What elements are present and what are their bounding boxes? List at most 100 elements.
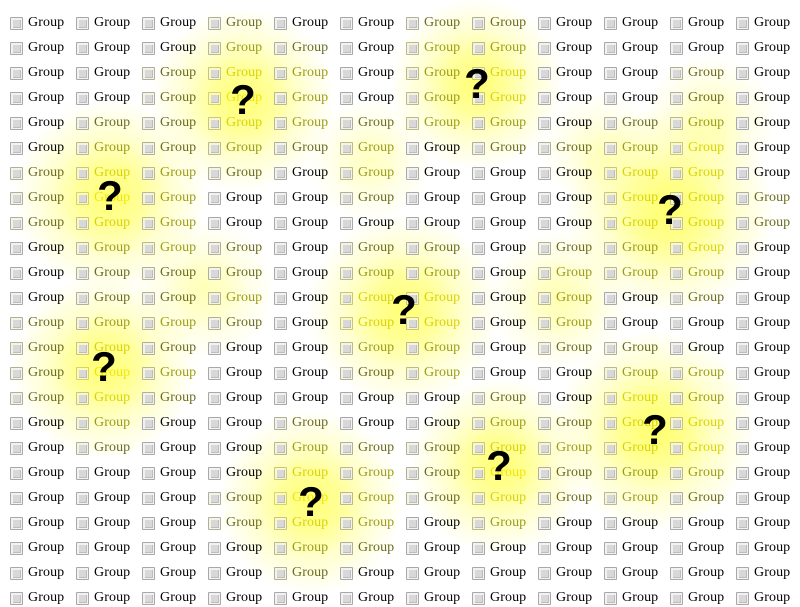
group-checkbox-item[interactable]: Group (670, 139, 724, 157)
group-checkbox-item[interactable]: Group (736, 439, 790, 457)
checkbox-unchecked-icon[interactable] (406, 41, 419, 55)
checkbox-unchecked-icon[interactable] (736, 91, 749, 105)
group-checkbox-item[interactable]: Group (208, 139, 262, 157)
group-checkbox-item[interactable]: Group (538, 239, 592, 257)
group-checkbox-item[interactable]: Group (10, 14, 64, 32)
group-checkbox-item[interactable]: Group (208, 314, 262, 332)
group-checkbox-item[interactable]: Group (10, 89, 64, 107)
checkbox-unchecked-icon[interactable] (76, 441, 89, 455)
group-checkbox-item[interactable]: Group (736, 264, 790, 282)
group-checkbox-item[interactable]: Group (208, 89, 262, 107)
checkbox-unchecked-icon[interactable] (142, 191, 155, 205)
checkbox-unchecked-icon[interactable] (736, 516, 749, 530)
group-checkbox-item[interactable]: Group (406, 289, 460, 307)
checkbox-unchecked-icon[interactable] (10, 541, 23, 555)
group-checkbox-item[interactable]: Group (340, 539, 394, 557)
checkbox-unchecked-icon[interactable] (670, 16, 683, 30)
checkbox-unchecked-icon[interactable] (76, 516, 89, 530)
group-checkbox-item[interactable]: Group (274, 89, 328, 107)
group-checkbox-item[interactable]: Group (142, 214, 196, 232)
checkbox-unchecked-icon[interactable] (538, 191, 551, 205)
group-checkbox-item[interactable]: Group (274, 164, 328, 182)
group-checkbox-item[interactable]: Group (538, 214, 592, 232)
checkbox-unchecked-icon[interactable] (340, 241, 353, 255)
checkbox-unchecked-icon[interactable] (76, 116, 89, 130)
checkbox-unchecked-icon[interactable] (538, 16, 551, 30)
group-checkbox-item[interactable]: Group (406, 64, 460, 82)
checkbox-unchecked-icon[interactable] (340, 91, 353, 105)
group-checkbox-item[interactable]: Group (142, 339, 196, 357)
group-checkbox-item[interactable]: Group (736, 239, 790, 257)
checkbox-unchecked-icon[interactable] (208, 291, 221, 305)
checkbox-unchecked-icon[interactable] (142, 141, 155, 155)
group-checkbox-item[interactable]: Group (472, 164, 526, 182)
group-checkbox-item[interactable]: Group (472, 564, 526, 582)
group-checkbox-item[interactable]: Group (406, 514, 460, 532)
checkbox-unchecked-icon[interactable] (208, 541, 221, 555)
checkbox-unchecked-icon[interactable] (604, 541, 617, 555)
group-checkbox-item[interactable]: Group (274, 189, 328, 207)
group-checkbox-item[interactable]: Group (670, 464, 724, 482)
group-checkbox-item[interactable]: Group (10, 64, 64, 82)
checkbox-unchecked-icon[interactable] (472, 16, 485, 30)
checkbox-unchecked-icon[interactable] (76, 566, 89, 580)
checkbox-unchecked-icon[interactable] (208, 241, 221, 255)
group-checkbox-item[interactable]: Group (736, 589, 790, 607)
group-checkbox-item[interactable]: Group (10, 439, 64, 457)
checkbox-unchecked-icon[interactable] (736, 391, 749, 405)
group-checkbox-item[interactable]: Group (406, 164, 460, 182)
checkbox-unchecked-icon[interactable] (340, 341, 353, 355)
checkbox-unchecked-icon[interactable] (670, 191, 683, 205)
checkbox-unchecked-icon[interactable] (340, 416, 353, 430)
checkbox-unchecked-icon[interactable] (538, 541, 551, 555)
checkbox-unchecked-icon[interactable] (208, 566, 221, 580)
group-checkbox-item[interactable]: Group (670, 489, 724, 507)
checkbox-unchecked-icon[interactable] (538, 41, 551, 55)
group-checkbox-item[interactable]: Group (604, 14, 658, 32)
group-checkbox-item[interactable]: Group (208, 539, 262, 557)
group-checkbox-item[interactable]: Group (670, 439, 724, 457)
group-checkbox-item[interactable]: Group (538, 389, 592, 407)
group-checkbox-item[interactable]: Group (670, 39, 724, 57)
checkbox-unchecked-icon[interactable] (604, 91, 617, 105)
checkbox-unchecked-icon[interactable] (76, 216, 89, 230)
group-checkbox-item[interactable]: Group (10, 464, 64, 482)
group-checkbox-item[interactable]: Group (472, 439, 526, 457)
group-checkbox-item[interactable]: Group (10, 239, 64, 257)
group-checkbox-item[interactable]: Group (208, 464, 262, 482)
group-checkbox-item[interactable]: Group (736, 364, 790, 382)
group-checkbox-item[interactable]: Group (406, 414, 460, 432)
group-checkbox-item[interactable]: Group (142, 414, 196, 432)
group-checkbox-item[interactable]: Group (142, 189, 196, 207)
group-checkbox-item[interactable]: Group (736, 389, 790, 407)
group-checkbox-item[interactable]: Group (670, 589, 724, 607)
group-checkbox-item[interactable]: Group (76, 64, 130, 82)
checkbox-unchecked-icon[interactable] (274, 416, 287, 430)
group-checkbox-item[interactable]: Group (604, 589, 658, 607)
group-checkbox-item[interactable]: Group (472, 539, 526, 557)
group-checkbox-item[interactable]: Group (340, 64, 394, 82)
group-checkbox-item[interactable]: Group (472, 339, 526, 357)
checkbox-unchecked-icon[interactable] (76, 391, 89, 405)
group-checkbox-item[interactable]: Group (76, 439, 130, 457)
group-checkbox-item[interactable]: Group (274, 389, 328, 407)
group-checkbox-item[interactable]: Group (76, 89, 130, 107)
checkbox-unchecked-icon[interactable] (340, 566, 353, 580)
group-checkbox-item[interactable]: Group (670, 414, 724, 432)
checkbox-unchecked-icon[interactable] (274, 216, 287, 230)
group-checkbox-item[interactable]: Group (208, 389, 262, 407)
checkbox-unchecked-icon[interactable] (142, 116, 155, 130)
checkbox-unchecked-icon[interactable] (10, 241, 23, 255)
group-checkbox-item[interactable]: Group (76, 164, 130, 182)
group-checkbox-item[interactable]: Group (406, 439, 460, 457)
checkbox-unchecked-icon[interactable] (736, 241, 749, 255)
checkbox-unchecked-icon[interactable] (274, 41, 287, 55)
checkbox-unchecked-icon[interactable] (670, 466, 683, 480)
checkbox-unchecked-icon[interactable] (736, 216, 749, 230)
checkbox-unchecked-icon[interactable] (10, 391, 23, 405)
checkbox-unchecked-icon[interactable] (208, 591, 221, 605)
checkbox-unchecked-icon[interactable] (538, 91, 551, 105)
checkbox-unchecked-icon[interactable] (274, 91, 287, 105)
group-checkbox-item[interactable]: Group (340, 589, 394, 607)
group-checkbox-item[interactable]: Group (670, 364, 724, 382)
